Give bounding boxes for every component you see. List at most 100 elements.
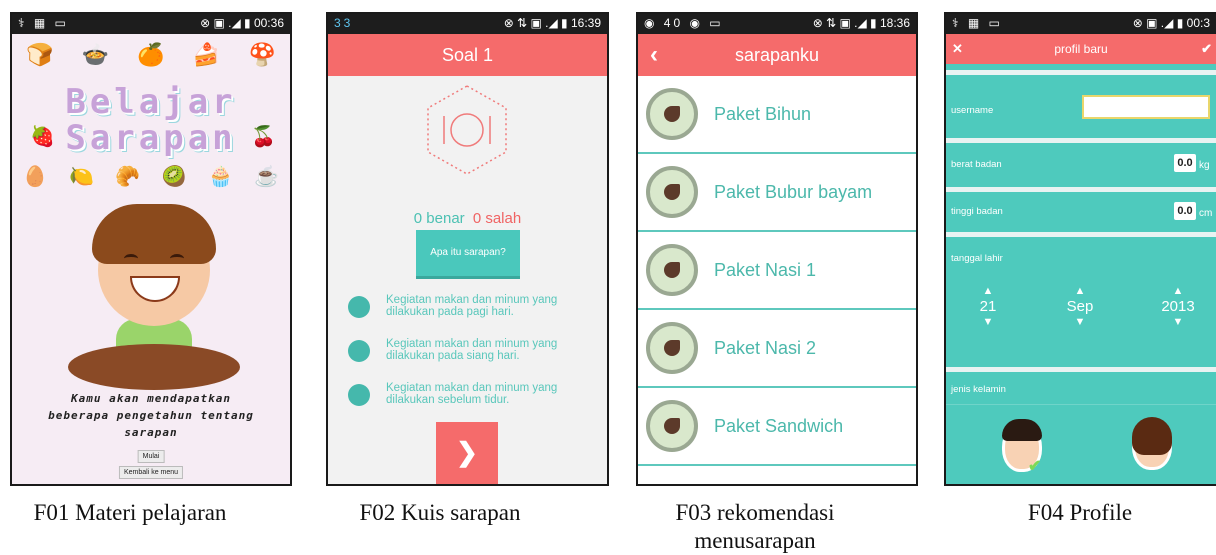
orange-icon: 🍊 — [137, 42, 165, 67]
status-bar: ⚕ ▦ ▭ ⊗ ▣ .◢ ▮ 00:36 — [12, 14, 290, 34]
page-title: profil baru — [1054, 42, 1108, 56]
triangle-up-icon[interactable]: ▲ — [1148, 284, 1208, 298]
status-icons-right: ⊗ ⇅ ▣ .◢ ▮ 16:39 — [503, 16, 601, 30]
triangle-up-icon[interactable]: ▲ — [1050, 284, 1110, 298]
screen-profile: ⚕ ▦ ▭ ⊗ ▣ .◢ ▮ 00:3 ✕ profil baru ✔ user… — [944, 12, 1216, 486]
radio-icon[interactable] — [348, 384, 370, 406]
menu-item-name: Paket Nasi 1 — [714, 260, 817, 280]
answer-option-1[interactable]: Kegiatan makan dan minum yang dilakukan … — [348, 294, 593, 318]
answer-option-text: Kegiatan makan dan minum yang dilakukan … — [386, 338, 558, 362]
back-to-menu-button[interactable]: Kembali ke menu — [118, 466, 184, 479]
menu-list: Paket Bihun Paket Bubur bayam Paket Nasi… — [638, 76, 916, 466]
month-value: Sep — [1066, 298, 1094, 315]
caption-f02: F02 Kuis sarapan — [359, 500, 521, 525]
triangle-down-icon[interactable]: ▼ — [958, 315, 1018, 329]
year-picker[interactable]: ▲ 2013 ▼ — [1148, 284, 1208, 329]
list-item[interactable]: Paket Nasi 1 — [638, 232, 916, 310]
day-picker[interactable]: ▲ 21 ▼ — [958, 284, 1018, 329]
menu-item-name: Paket Nasi 2 — [714, 338, 817, 358]
screen-rekomendasi-menu: ◉ 40 ◉ ▭ ⊗ ⇅ ▣ .◢ ▮ 18:36 sarapanku ‹ Pa… — [636, 12, 918, 486]
next-button[interactable]: ❯ — [436, 422, 498, 484]
chevron-right-icon: ❯ — [456, 437, 478, 467]
question-box: Apa itu sarapan? — [416, 230, 520, 276]
caption-f03-line1: F03 rekomendasi — [675, 500, 835, 525]
weight-unit: kg — [1199, 160, 1210, 171]
boy-eye-left — [124, 254, 138, 263]
cherry-icon: 🍒 — [251, 126, 276, 148]
plate-icon — [646, 322, 698, 374]
weight-input[interactable]: 0.0 — [1174, 154, 1196, 172]
list-item[interactable]: Paket Nasi 2 — [638, 310, 916, 388]
weight-label: berat badan — [951, 159, 1002, 170]
caption-f03: F03 rekomendasi menusarapan — [640, 499, 870, 555]
notification-badge: 33 — [334, 16, 354, 30]
triangle-up-icon[interactable]: ▲ — [958, 284, 1018, 298]
answer-option-text: Kegiatan makan dan minum yang dilakukan … — [386, 382, 558, 406]
status-icons-right: ⊗ ▣ .◢ ▮ 00:3 — [1132, 16, 1210, 30]
plate-icon — [646, 400, 698, 452]
username-row: username — [946, 70, 1216, 137]
coffee-icon: ☕ — [254, 166, 280, 188]
selected-check-icon: ✔ — [1028, 458, 1042, 475]
food-illustrations-middle: 🥚 🍋 🥐 🥝 🧁 ☕ — [12, 164, 290, 189]
date-picker[interactable]: ▲ 21 ▼ ▲ Sep ▼ ▲ 2013 ▼ — [946, 284, 1216, 364]
plate-icon — [646, 244, 698, 296]
bread-icon: 🍞 — [26, 42, 54, 67]
checkmark-icon[interactable]: ✔ — [1201, 34, 1212, 64]
menu-header: sarapanku — [638, 34, 916, 76]
mushroom-icon: 🍄 — [248, 42, 276, 67]
cake-icon: 🍰 — [192, 42, 221, 67]
start-button[interactable]: Mulai — [137, 450, 165, 463]
lesson-description: Kamu akan mendapatkan beberapa pengetahu… — [48, 392, 254, 439]
gender-label: jenis kelamin — [951, 384, 1006, 395]
desk — [68, 344, 240, 390]
egg-icon: 🥚 — [22, 166, 48, 188]
boy-eye-right — [170, 254, 184, 263]
status-icons-right: ⊗ ▣ .◢ ▮ 00:36 — [200, 16, 284, 30]
screen-kuis-sarapan: 33 ⊗ ⇅ ▣ .◢ ▮ 16:39 Soal 1 0 benar 0 sal… — [326, 12, 609, 486]
back-chevron-icon[interactable]: ‹ — [650, 34, 658, 76]
height-row: tinggi badan 0.0 cm — [946, 187, 1216, 232]
caption-f03-line2: menusarapan — [694, 528, 816, 553]
menu-item-name: Paket Bubur bayam — [714, 182, 873, 202]
correct-count: 0 benar — [413, 210, 465, 227]
app-title-line1: Belajar — [65, 82, 237, 122]
answer-option-3[interactable]: Kegiatan makan dan minum yang dilakukan … — [348, 382, 593, 406]
triangle-down-icon[interactable]: ▼ — [1148, 315, 1208, 329]
status-icons-right: ⊗ ⇅ ▣ .◢ ▮ 18:36 — [812, 16, 910, 30]
caption-f04: F04 Profile — [1027, 500, 1133, 525]
height-input[interactable]: 0.0 — [1174, 202, 1196, 220]
radio-icon[interactable] — [348, 340, 370, 362]
status-icons-left: ⚕ ▦ ▭ — [18, 16, 69, 30]
list-item[interactable]: Paket Bubur bayam — [638, 154, 916, 232]
radio-icon[interactable] — [348, 296, 370, 318]
cupcake-icon: 🧁 — [208, 166, 233, 188]
menu-item-name: Paket Bihun — [714, 104, 812, 124]
list-item[interactable]: Paket Sandwich — [638, 388, 916, 466]
answer-option-text: Kegiatan makan dan minum yang dilakukan … — [386, 294, 558, 318]
strawberry-icon: 🍓 — [30, 126, 55, 148]
lemon-icon: 🍋 — [69, 166, 94, 188]
screen-materi-pelajaran: ⚕ ▦ ▭ ⊗ ▣ .◢ ▮ 00:36 🍞 🍲 🍊 🍰 🍄 Belajar S… — [10, 12, 292, 486]
status-bar: ⚕ ▦ ▭ ⊗ ▣ .◢ ▮ 00:3 — [946, 14, 1216, 34]
username-input[interactable] — [1082, 95, 1210, 119]
plate-icon — [646, 166, 698, 218]
close-icon[interactable]: ✕ — [952, 34, 963, 64]
status-bar: ◉ 40 ◉ ▭ ⊗ ⇅ ▣ .◢ ▮ 18:36 — [638, 14, 916, 34]
plate-hexagon-icon — [427, 85, 507, 175]
page-title: sarapanku — [734, 45, 820, 65]
answer-option-2[interactable]: Kegiatan makan dan minum yang dilakukan … — [348, 338, 593, 362]
profile-header: ✕ profil baru ✔ — [946, 34, 1216, 64]
height-label: tinggi badan — [951, 206, 1003, 217]
female-avatar-icon[interactable] — [1132, 417, 1172, 470]
list-item[interactable]: Paket Bihun — [638, 76, 916, 154]
plate-icon — [646, 88, 698, 140]
height-unit: cm — [1199, 208, 1213, 219]
kiwi-icon: 🥝 — [161, 166, 187, 188]
triangle-down-icon[interactable]: ▼ — [1050, 315, 1110, 329]
caption-f01: F01 Materi pelajaran — [33, 500, 227, 525]
boy-hair — [92, 204, 216, 264]
birthdate-label: tanggal lahir — [951, 253, 1003, 264]
month-picker[interactable]: ▲ Sep ▼ — [1050, 284, 1110, 329]
menu-item-name: Paket Sandwich — [714, 416, 844, 436]
